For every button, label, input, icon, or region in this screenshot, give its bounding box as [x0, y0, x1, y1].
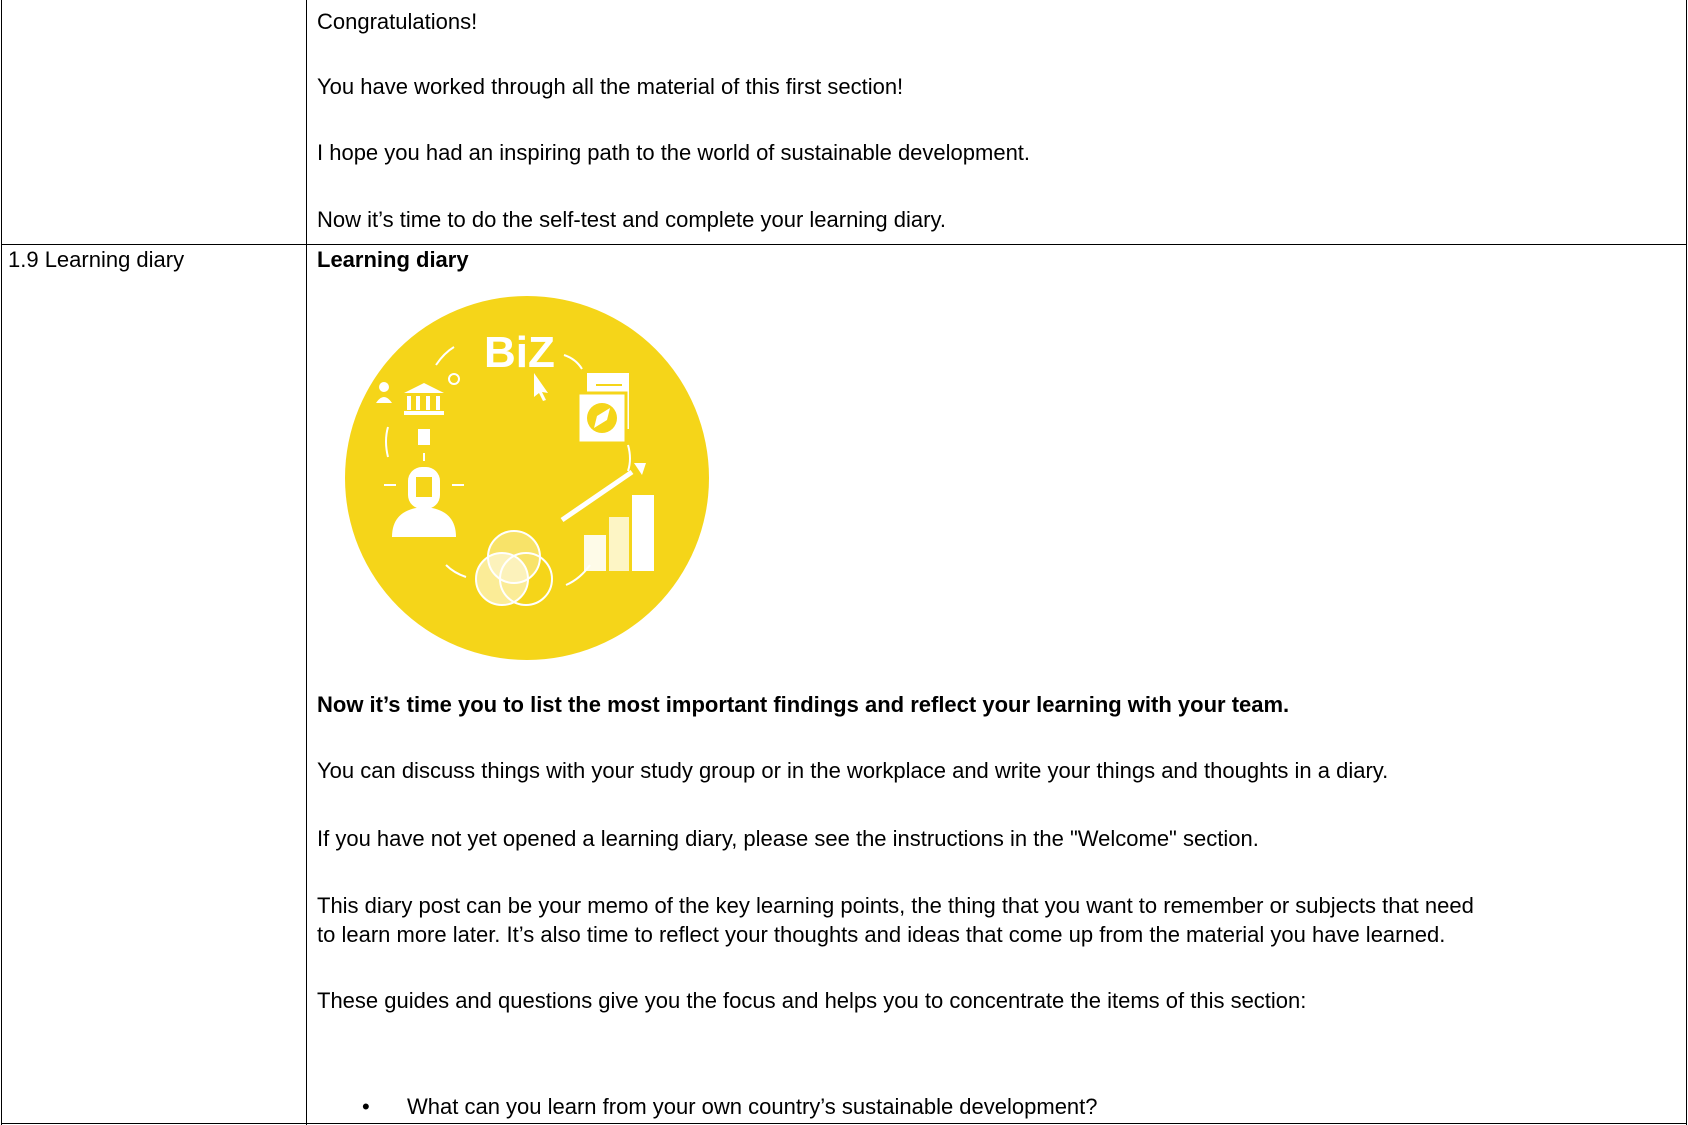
- learning-diary-illustration: BiZ: [345, 296, 709, 660]
- discuss-text: You can discuss things with your study g…: [317, 758, 1389, 783]
- congratulations-text: Congratulations!: [317, 9, 478, 34]
- section-complete-text: You have worked through all the material…: [317, 74, 904, 99]
- row-divider: [1, 244, 1687, 245]
- memo-text-line1: This diary post can be your memo of the …: [317, 893, 1474, 918]
- table-right-border: [1686, 0, 1687, 1125]
- bullet-dot: •: [362, 1094, 370, 1119]
- bullet-item: What can you learn from your own country…: [407, 1094, 1098, 1119]
- memo-text-line2: to learn more later. It’s also time to r…: [317, 922, 1446, 947]
- table-column-divider: [306, 0, 307, 1125]
- self-test-text: Now it’s time to do the self-test and co…: [317, 207, 946, 232]
- inspiring-path-text: I hope you had an inspiring path to the …: [317, 140, 1031, 165]
- table-left-border: [1, 0, 2, 1125]
- reflection-lead: Now it’s time you to list the most impor…: [317, 692, 1290, 717]
- content-table: Congratulations! You have worked through…: [0, 0, 1688, 1125]
- section-label: 1.9 Learning diary: [8, 247, 185, 272]
- table-bottom-border: [1, 1123, 1687, 1124]
- welcome-instructions-text: If you have not yet opened a learning di…: [317, 826, 1259, 851]
- biz-logo: BiZ: [484, 328, 555, 377]
- learning-diary-heading: Learning diary: [317, 247, 469, 272]
- guides-text: These guides and questions give you the …: [317, 988, 1307, 1013]
